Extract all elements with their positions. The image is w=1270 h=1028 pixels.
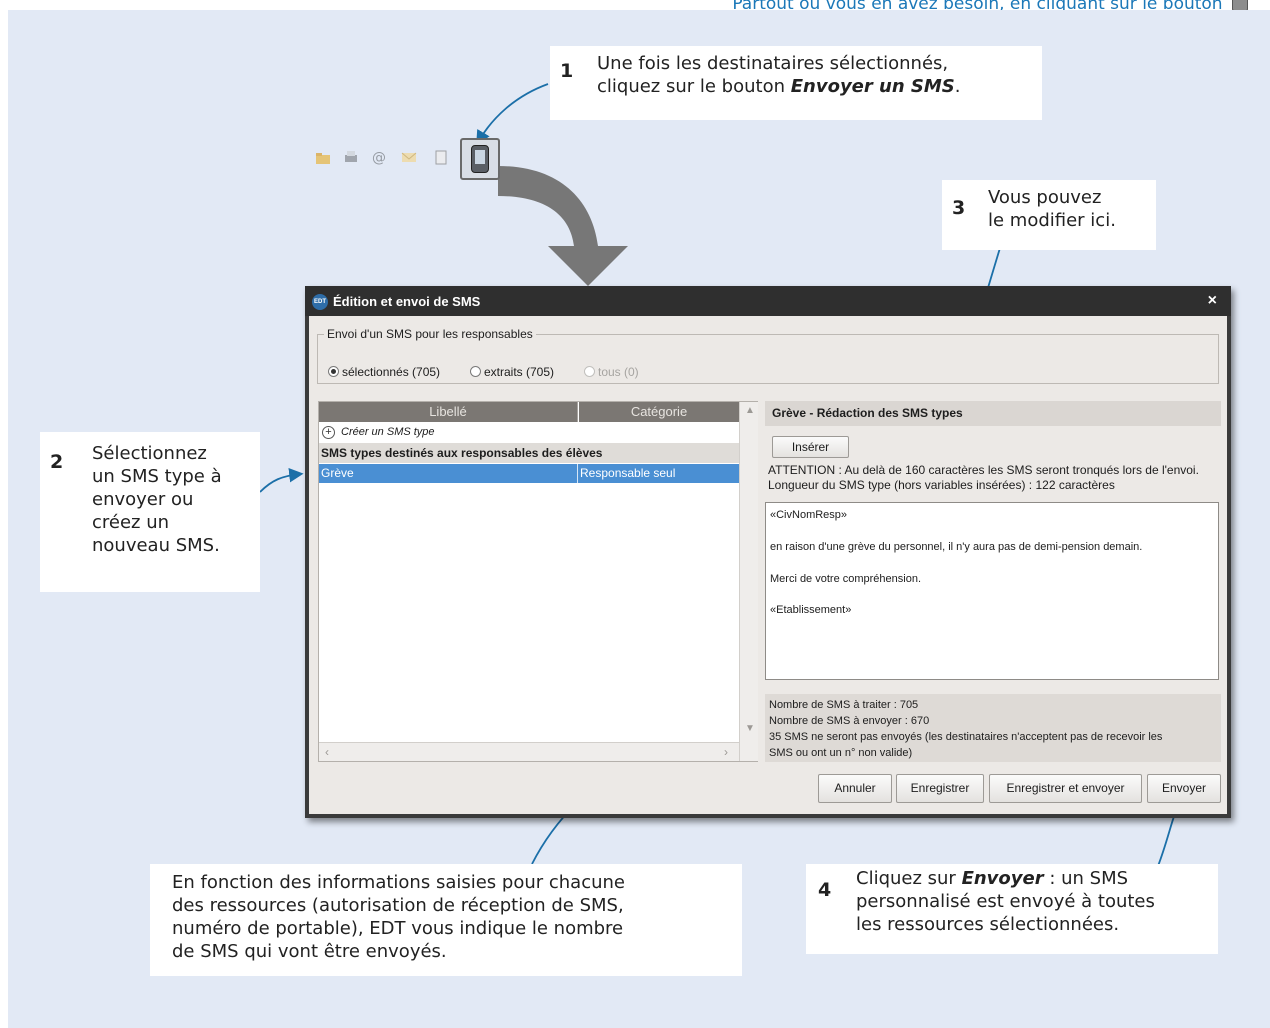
create-sms-type-label: Créer un SMS type [341,426,435,438]
callout-2-line: Sélectionnez [92,443,207,464]
email-at-icon[interactable]: @ [371,149,387,165]
recipients-legend: Envoi d'un SMS pour les responsables [327,327,533,341]
scroll-up-icon[interactable]: ▲ [745,405,755,416]
radio-tous[interactable]: tous (0) [584,365,639,379]
message-line: en raison d'une grève du personnel, il n… [770,541,1143,553]
message-editor[interactable]: «CivNomResp» en raison d'une grève du pe… [765,502,1219,680]
close-icon[interactable]: × [1208,292,1217,310]
callout-2-line: nouveau SMS. [92,535,220,556]
callout-3-line: Vous pouvez [988,187,1102,208]
envelope-icon[interactable] [401,149,417,165]
stats-line: Nombre de SMS à envoyer : 670 [769,715,930,727]
callout-3: 3 Vous pouvez le modifier ici. [942,180,1156,250]
edt-app-icon: EDT [312,294,328,310]
radio-extraits[interactable]: extraits (705) [470,365,554,379]
stats-line: 35 SMS ne seront pas envoyés (les destin… [769,731,1163,743]
column-header-categorie[interactable]: Catégorie [579,402,739,422]
callout-4-line1: Cliquez sur Envoyer : un SMS [856,868,1129,889]
insert-button[interactable]: Insérer [772,436,849,458]
callout-1-line1: Une fois les destinataires sélectionnés, [597,53,949,74]
callout-2-line: envoyer ou [92,489,194,510]
stats-line: SMS ou ont un n° non valide) [769,747,913,759]
callout-4-number: 4 [818,879,832,901]
row-libelle: Grève [321,466,354,480]
folder-export-icon[interactable] [315,149,331,165]
scroll-left-icon[interactable]: ‹ [325,745,329,759]
send-button[interactable]: Envoyer [1147,774,1221,803]
column-header-libelle[interactable]: Libellé [319,402,578,422]
sms-stats: Nombre de SMS à traiter : 705 Nombre de … [765,694,1221,762]
callout-2-number: 2 [50,451,64,473]
vertical-scrollbar[interactable]: ▲ ▼ [739,402,758,761]
print-icon[interactable] [343,149,359,165]
scroll-down-icon[interactable]: ▼ [745,723,755,734]
callout-4-line3: les ressources sélectionnées. [856,914,1120,935]
callout-5-line: En fonction des informations saisies pou… [172,872,625,893]
plus-icon: + [322,426,335,439]
message-line: «CivNomResp» [770,509,848,521]
recipients-group: Envoi d'un SMS pour les responsables sél… [317,327,1219,384]
callout-5: En fonction des informations saisies pou… [150,864,742,976]
send-sms-button[interactable] [460,138,500,180]
create-sms-type-row[interactable]: + Créer un SMS type [319,423,739,442]
radio-icon [470,366,481,377]
length-info: Longueur du SMS type (hors variables ins… [768,478,1115,492]
column-divider [577,464,578,483]
callout-2-line: un SMS type à [92,466,222,487]
callout-5-line: des ressources (autorisation de réceptio… [172,895,624,916]
radio-icon [584,366,595,377]
callout-5-line: numéro de portable), EDT vous indique le… [172,918,624,939]
editor-header: Grève - Rédaction des SMS types [765,401,1221,426]
callout-2-line: créez un [92,512,170,533]
editor-info: ATTENTION : Au delà de 160 caractères le… [768,463,1199,493]
message-line: «Etablissement» [770,604,852,616]
callout-3-line: le modifier ici. [988,210,1116,231]
sms-type-list: Libellé Catégorie + Créer un SMS type SM… [318,401,758,762]
stats-line: Nombre de SMS à traiter : 705 [769,699,919,711]
dialog-title: Édition et envoi de SMS [333,294,481,309]
callout-1-number: 1 [560,60,574,82]
row-categorie: Responsable seul [580,466,676,480]
callout-3-number: 3 [952,197,966,219]
cancel-button[interactable]: Annuler [818,774,892,803]
horizontal-scrollbar[interactable]: ‹ › [319,742,739,761]
callout-4-line2: personnalisé est envoyé à toutes [856,891,1155,912]
message-line: Merci de votre compréhension. [770,573,922,585]
svg-text:@: @ [372,150,386,165]
radio-selectionnes[interactable]: sélectionnés (705) [328,365,440,379]
sms-dialog: EDT Édition et envoi de SMS × Envoi d'un… [305,286,1231,818]
callout-1-line2: cliquez sur le bouton Envoyer un SMS. [597,76,961,97]
dialog-titlebar: EDT Édition et envoi de SMS × [305,286,1231,316]
callout-2: 2 Sélectionnez un SMS type à envoyer ou … [40,432,260,592]
dialog-body: Envoi d'un SMS pour les responsables sél… [309,316,1227,814]
list-group-header: SMS types destinés aux responsables des … [319,443,739,463]
save-and-send-button[interactable]: Enregistrer et envoyer [989,774,1142,803]
length-warning: ATTENTION : Au delà de 160 caractères le… [768,463,1199,477]
radio-checked-icon [328,366,339,377]
scroll-right-icon[interactable]: › [724,745,728,759]
callout-1: 1 Une fois les destinataires sélectionné… [550,46,1042,120]
save-button[interactable]: Enregistrer [896,774,984,803]
table-row[interactable]: Grève Responsable seul [319,464,739,483]
callout-5-line: de SMS qui vont être envoyés. [172,941,447,962]
document-icon[interactable] [433,149,449,165]
phone-icon [471,145,489,173]
callout-4: 4 Cliquez sur Envoyer : un SMS personnal… [806,864,1218,954]
